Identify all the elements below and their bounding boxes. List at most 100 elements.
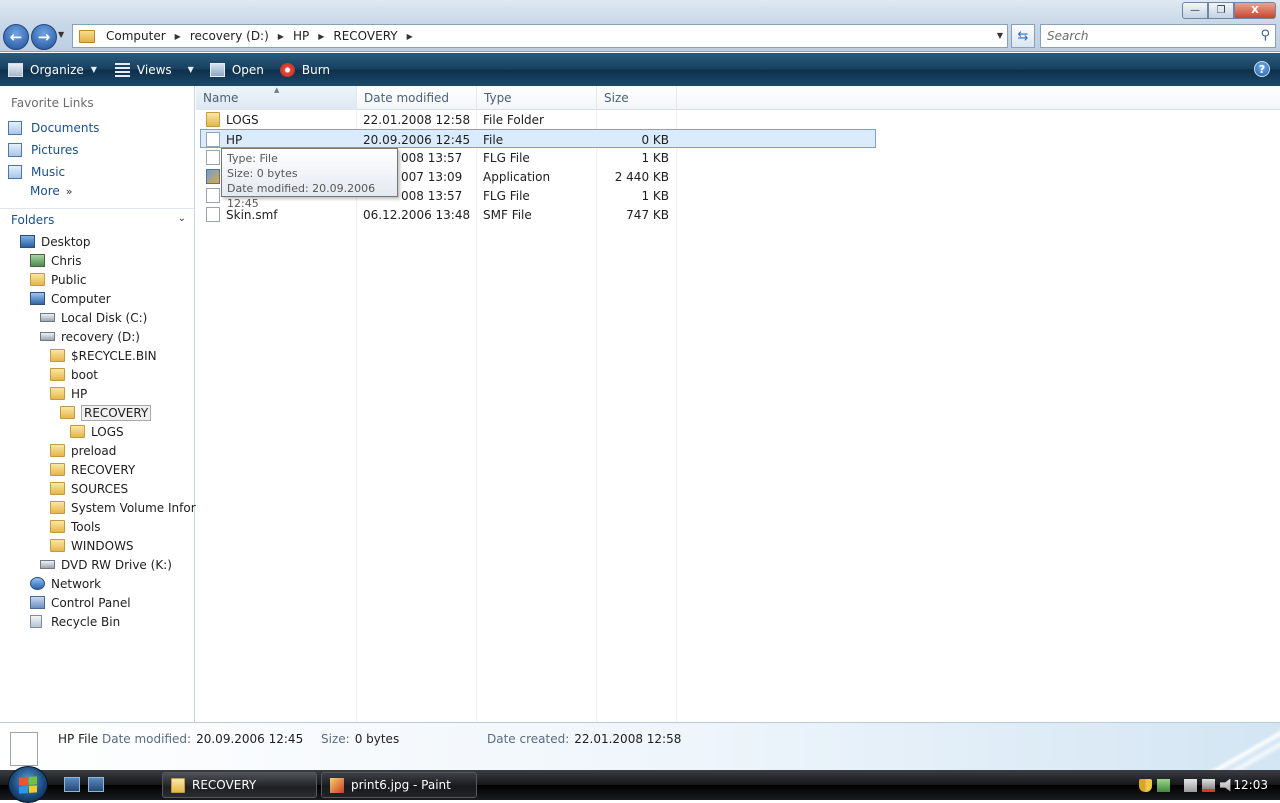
tree-item-recovery[interactable]: RECOVERY (50, 460, 135, 479)
breadcrumb-recovery[interactable]: RECOVERY (330, 29, 400, 43)
favorite-link-label: Documents (31, 121, 100, 135)
taskbar-button-paint[interactable]: print6.jpg - Paint (321, 772, 477, 798)
folders-header[interactable]: Folders ⌄ (0, 208, 194, 230)
tree-item-computer[interactable]: Computer (30, 289, 111, 308)
network-disconnected-icon[interactable] (1202, 778, 1215, 792)
file-name: HP (226, 132, 243, 147)
organize-button[interactable]: Organize ▼ (0, 53, 103, 86)
close-button[interactable]: X (1234, 2, 1276, 19)
taskbar-button-recovery[interactable]: RECOVERY (162, 772, 317, 798)
file-size-cell: 1 KB (641, 150, 669, 165)
search-icon[interactable]: ⚲ (1260, 28, 1270, 43)
clock[interactable]: 12:03 (1233, 778, 1268, 792)
views-icon (114, 62, 130, 77)
details-label: Date created: (487, 732, 570, 746)
tree-item-public[interactable]: Public (30, 270, 87, 289)
tree-item-control-panel[interactable]: Control Panel (30, 593, 131, 612)
tree-item-label: Tools (71, 519, 101, 534)
breadcrumb-recovery-d[interactable]: recovery (D:) (187, 29, 272, 43)
user-folder-icon (30, 254, 45, 267)
dvd-drive-icon (40, 560, 55, 569)
security-shield-icon[interactable] (1139, 778, 1152, 792)
details-value: 22.01.2008 12:58 (574, 732, 682, 746)
folder-icon (171, 777, 185, 793)
tree-item-label: Desktop (41, 234, 91, 249)
tree-item-recycle-bin-folder[interactable]: $RECYCLE.BIN (50, 346, 157, 365)
column-header-date-modified[interactable]: Date modified (357, 86, 477, 110)
breadcrumb-separator-icon[interactable]: ▶ (169, 32, 187, 41)
file-row[interactable]: Skin.smf 06.12.2006 13:48 SMF File 747 K… (200, 205, 876, 224)
favorite-link-music[interactable]: Music (8, 162, 65, 182)
file-row[interactable]: LOGS 22.01.2008 12:58 File Folder (200, 110, 876, 129)
show-desktop-icon[interactable] (64, 777, 80, 792)
tree-item-local-disk-c[interactable]: Local Disk (C:) (40, 308, 147, 327)
file-row-selected[interactable]: HP 20.09.2006 12:45 File 0 KB (200, 129, 876, 148)
network-status-icon[interactable] (1157, 778, 1170, 792)
column-header-label: Size (604, 91, 629, 105)
chevron-down-icon: ▼ (90, 65, 97, 74)
help-button[interactable]: ? (1254, 61, 1270, 77)
column-header-size[interactable]: Size (597, 86, 677, 110)
tree-item-hp[interactable]: HP (50, 384, 87, 403)
folder-icon (50, 444, 65, 457)
tree-item-label: $RECYCLE.BIN (71, 348, 157, 363)
burn-button[interactable]: Burn (272, 53, 336, 86)
file-icon (206, 188, 220, 203)
file-type-cell: Application (483, 169, 551, 184)
folder-icon (50, 463, 65, 476)
tree-item-label: System Volume Inform (71, 500, 208, 515)
search-input[interactable] (1047, 29, 1247, 43)
forward-button[interactable]: → (31, 24, 57, 50)
views-button[interactable]: Views ▼ (107, 53, 200, 86)
tree-item-network[interactable]: Network (30, 574, 101, 593)
refresh-button[interactable]: ⇆ (1011, 24, 1035, 48)
breadcrumb-separator-icon[interactable]: ▶ (272, 32, 290, 41)
tree-item-label: SOURCES (71, 481, 129, 496)
address-dropdown-icon[interactable]: ▼ (997, 31, 1003, 40)
tree-item-label: RECOVERY (81, 404, 152, 421)
tree-item-label: Network (51, 576, 102, 591)
tree-item-sources[interactable]: SOURCES (50, 479, 128, 498)
tree-item-preload[interactable]: preload (50, 441, 116, 460)
battery-icon[interactable] (1184, 778, 1197, 792)
tree-item-dvd-rw-drive-k[interactable]: DVD RW Drive (K:) (40, 555, 172, 574)
navigation-pane: Favorite Links Documents Pictures Music … (0, 86, 207, 722)
drive-icon (40, 313, 55, 322)
tree-item-recovery-d[interactable]: recovery (D:) (40, 327, 140, 346)
file-type-cell: FLG File (483, 188, 530, 203)
more-links-button[interactable]: More » (30, 184, 72, 198)
tree-item-label: DVD RW Drive (K:) (61, 557, 172, 572)
volume-icon[interactable] (1220, 778, 1231, 792)
favorite-link-documents[interactable]: Documents (8, 118, 99, 138)
breadcrumb-hp[interactable]: HP (290, 29, 312, 43)
tree-item-windows[interactable]: WINDOWS (50, 536, 134, 555)
search-box[interactable]: ⚲ (1040, 24, 1276, 48)
tree-item-chris[interactable]: Chris (30, 251, 82, 270)
breadcrumb-separator-icon[interactable]: ▶ (401, 32, 419, 41)
breadcrumb-separator-icon[interactable]: ▶ (312, 32, 330, 41)
recent-pages-dropdown[interactable]: ▼ (58, 30, 64, 39)
start-button[interactable] (8, 766, 48, 803)
switch-windows-icon[interactable] (88, 777, 104, 792)
maximize-button[interactable]: ❐ (1208, 2, 1234, 19)
address-bar[interactable]: Computer ▶ recovery (D:) ▶ HP ▶ RECOVERY… (72, 24, 1008, 48)
tree-item-logs[interactable]: LOGS (70, 422, 124, 441)
open-button[interactable]: Open (202, 53, 270, 86)
breadcrumb-computer[interactable]: Computer (103, 29, 169, 43)
tree-item-system-volume-information[interactable]: System Volume Inform (50, 498, 207, 517)
tree-item-desktop[interactable]: Desktop (20, 232, 91, 251)
taskbar-button-label: RECOVERY (192, 778, 257, 792)
tree-item-boot[interactable]: boot (50, 365, 98, 384)
tree-item-recovery-selected[interactable]: RECOVERY (60, 403, 152, 422)
details-size: Size: 0 bytes (321, 732, 399, 746)
column-header-type[interactable]: Type (477, 86, 597, 110)
tree-item-recycle-bin[interactable]: Recycle Bin (30, 612, 120, 631)
folder-icon (50, 387, 65, 400)
minimize-button[interactable]: — (1182, 2, 1208, 19)
file-size-cell (601, 110, 669, 129)
file-date-cell: 06.12.2006 13:48 (363, 207, 471, 222)
tree-item-label: recovery (D:) (61, 329, 140, 344)
favorite-link-pictures[interactable]: Pictures (8, 140, 79, 160)
back-button[interactable]: ← (3, 24, 29, 50)
tree-item-tools[interactable]: Tools (50, 517, 101, 536)
